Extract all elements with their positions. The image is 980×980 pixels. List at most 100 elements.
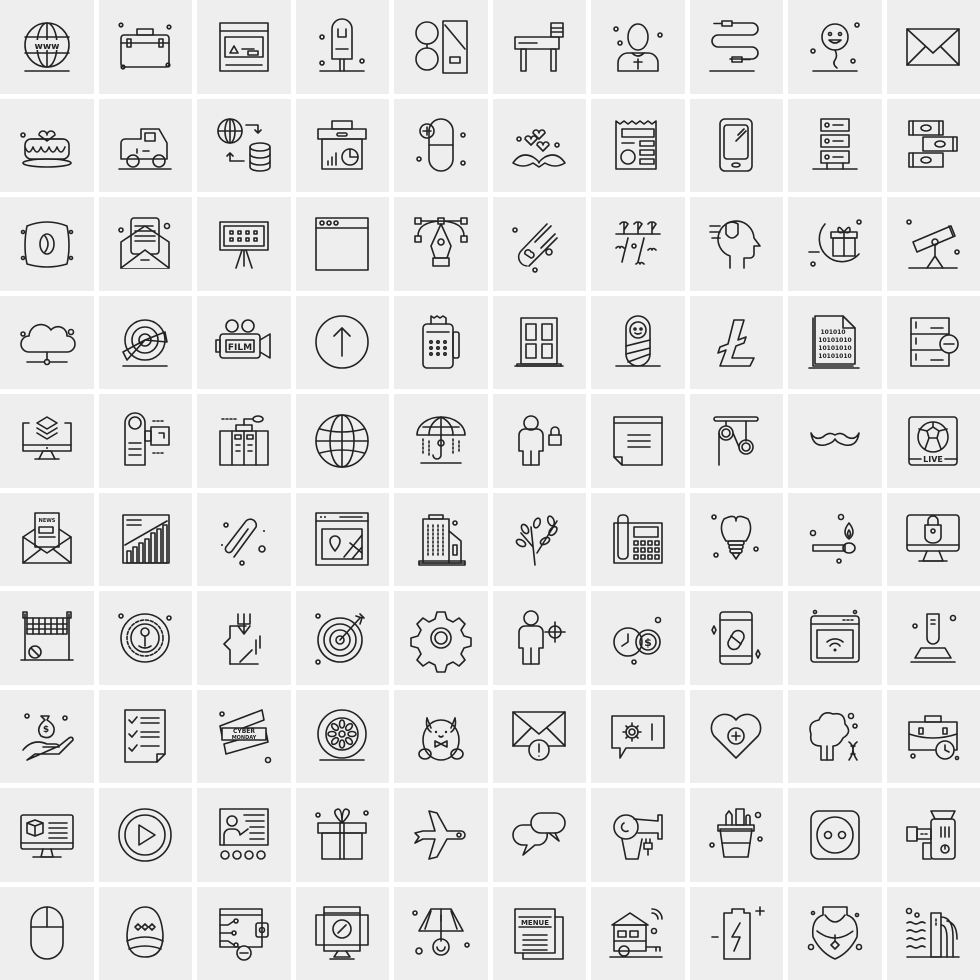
icon-tile[interactable]: telescope xyxy=(886,197,980,291)
icon-tile[interactable]: browser-warning xyxy=(197,0,291,94)
icon-tile[interactable]: birthday-cake xyxy=(0,98,94,192)
icon-tile[interactable]: matchstick-fire xyxy=(788,492,882,586)
icon-tile[interactable]: tree-dna xyxy=(788,689,882,783)
icon-tile[interactable]: server-rack xyxy=(788,98,882,192)
icon-tile[interactable]: online-teacher xyxy=(197,788,291,882)
icon-tile[interactable]: power-socket xyxy=(788,788,882,882)
icon-tile[interactable]: table-lamp xyxy=(394,886,488,980)
icon-tile[interactable]: dental-implant xyxy=(689,492,783,586)
icon-tile[interactable]: $hand-money-bag xyxy=(0,689,94,783)
icon-tile[interactable]: 101010101010101010101010101010binary-doc… xyxy=(788,295,882,389)
icon-tile[interactable]: door xyxy=(492,295,586,389)
icon-tile[interactable]: wifi-oven xyxy=(788,591,882,685)
icon-tile[interactable]: monitor-lock xyxy=(886,492,980,586)
icon-tile[interactable]: LIVElive-football xyxy=(886,394,980,488)
icon-tile[interactable]: play-button xyxy=(98,788,192,882)
icon-tile[interactable]: crop-field xyxy=(591,197,685,291)
icon-tile[interactable]: monitor-coffee xyxy=(295,886,389,980)
icon-tile[interactable]: globe xyxy=(295,394,389,488)
icon-tile[interactable]: pencil-holder xyxy=(689,788,783,882)
icon-tile[interactable]: growth-chart xyxy=(98,492,192,586)
icon-tile[interactable]: dam-waterfall xyxy=(886,886,980,980)
icon-tile[interactable]: user-target xyxy=(492,591,586,685)
icon-tile[interactable]: gift-box xyxy=(295,788,389,882)
icon-tile[interactable]: NEWSnewsletter-mail xyxy=(0,492,94,586)
icon-tile[interactable]: pulley xyxy=(689,394,783,488)
icon-tile[interactable]: toolbox xyxy=(98,0,192,94)
icon-tile[interactable]: pickup-truck xyxy=(98,98,192,192)
icon-tile[interactable]: swaddled-baby xyxy=(591,295,685,389)
icon-tile[interactable]: chart-box xyxy=(295,98,389,192)
icon-tile[interactable]: open-letter xyxy=(98,197,192,291)
icon-tile[interactable]: mailbox xyxy=(295,0,389,94)
icon-tile[interactable]: $time-is-money xyxy=(591,591,685,685)
icon-tile[interactable]: love-birds xyxy=(492,98,586,192)
icon-tile[interactable]: hair-dryer xyxy=(591,788,685,882)
icon-tile[interactable]: smiley-balloon xyxy=(788,0,882,94)
icon-tile[interactable]: necklace xyxy=(788,886,882,980)
icon-tile[interactable]: browser-map xyxy=(295,492,389,586)
icon-tile[interactable]: chat-bubbles xyxy=(492,788,586,882)
icon-tile[interactable]: easter-bunny xyxy=(394,689,488,783)
icon-tile[interactable]: coffee-bean-sack xyxy=(0,197,94,291)
icon-tile[interactable]: presentation-board xyxy=(197,197,291,291)
icon-tile[interactable]: battery-charging xyxy=(689,886,783,980)
icon-tile[interactable]: user-lock xyxy=(492,394,586,488)
icon-tile[interactable]: smartphone xyxy=(689,98,783,192)
icon-tile[interactable]: mind-protection xyxy=(689,197,783,291)
icon-tile[interactable]: MENUErestaurant-menu xyxy=(492,886,586,980)
icon-tile[interactable]: monitor-layers xyxy=(0,394,94,488)
icon-tile[interactable]: globe-database-sync xyxy=(197,98,291,192)
icon-tile[interactable]: head-download xyxy=(197,591,291,685)
icon-tile[interactable]: office-building xyxy=(394,492,488,586)
icon-tile[interactable]: easter-egg xyxy=(98,886,192,980)
icon-tile[interactable]: target-arrow xyxy=(295,591,389,685)
icon-tile[interactable]: school-desk xyxy=(492,0,586,94)
icon-tile[interactable]: roulette-wheel xyxy=(98,591,192,685)
icon-tile[interactable]: lab-test-tube-stand xyxy=(886,591,980,685)
icon-tile[interactable]: computer-mouse xyxy=(0,886,94,980)
icon-tile[interactable]: paper-clip xyxy=(197,492,291,586)
icon-tile[interactable]: cloud-network xyxy=(0,295,94,389)
icon-tile[interactable]: audio-cable xyxy=(689,0,783,94)
icon-tile[interactable]: money-stacks xyxy=(886,98,980,192)
icon-tile[interactable]: newspaper xyxy=(591,98,685,192)
icon-tile[interactable]: monitor-product xyxy=(0,788,94,882)
icon-tile[interactable]: door-hanger xyxy=(98,394,192,488)
icon-tile[interactable]: data-center-building xyxy=(197,394,291,488)
icon-tile[interactable]: settings-chat xyxy=(591,689,685,783)
icon-tile[interactable]: heart-plus xyxy=(689,689,783,783)
icon-tile[interactable]: desk-phone xyxy=(591,492,685,586)
icon-tile[interactable]: envelope xyxy=(886,0,980,94)
icon-tile[interactable]: meat-grinder xyxy=(886,788,980,882)
icon-tile[interactable]: umbrella-insurance xyxy=(394,394,488,488)
icon-tile[interactable]: wwwwww-globe xyxy=(0,0,94,94)
icon-tile[interactable]: app-window xyxy=(295,197,389,291)
icon-tile[interactable]: meteor xyxy=(492,197,586,291)
icon-tile[interactable]: digital-wallet-remove xyxy=(197,886,291,980)
icon-tile[interactable]: airplane xyxy=(394,788,488,882)
icon-tile[interactable]: volleyball-net xyxy=(0,591,94,685)
icon-tile[interactable]: CYBERMONDAYcyber-monday-ribbon xyxy=(197,689,291,783)
icon-tile[interactable]: server-remove xyxy=(886,295,980,389)
icon-tile[interactable]: sticky-note xyxy=(591,394,685,488)
icon-tile[interactable]: camper-van xyxy=(591,886,685,980)
icon-tile[interactable]: upload-arrow-circle xyxy=(295,295,389,389)
icon-tile[interactable]: checklist-document xyxy=(98,689,192,783)
icon-tile[interactable]: mobile-pharmacy xyxy=(689,591,783,685)
icon-tile[interactable]: radar-chart xyxy=(98,295,192,389)
icon-tile[interactable]: briefcase-time xyxy=(886,689,980,783)
icon-tile[interactable]: card-payment-terminal xyxy=(394,295,488,389)
icon-tile[interactable]: tire-wheel xyxy=(295,689,389,783)
icon-tile[interactable]: litecoin xyxy=(689,295,783,389)
icon-tile[interactable]: priest xyxy=(591,0,685,94)
icon-tile[interactable]: mail-alert xyxy=(492,689,586,783)
icon-tile[interactable]: medicine-capsule xyxy=(394,98,488,192)
icon-tile[interactable]: ramadan-moon-gift xyxy=(788,197,882,291)
icon-tile[interactable]: gear xyxy=(394,591,488,685)
icon-tile[interactable]: pen-tool-bezier xyxy=(394,197,488,291)
icon-tile[interactable]: compact-mirror-box xyxy=(394,0,488,94)
icon-tile[interactable]: plant-branches xyxy=(492,492,586,586)
icon-tile[interactable]: FILMfilm-camera xyxy=(197,295,291,389)
icon-tile[interactable]: mustache xyxy=(788,394,882,488)
